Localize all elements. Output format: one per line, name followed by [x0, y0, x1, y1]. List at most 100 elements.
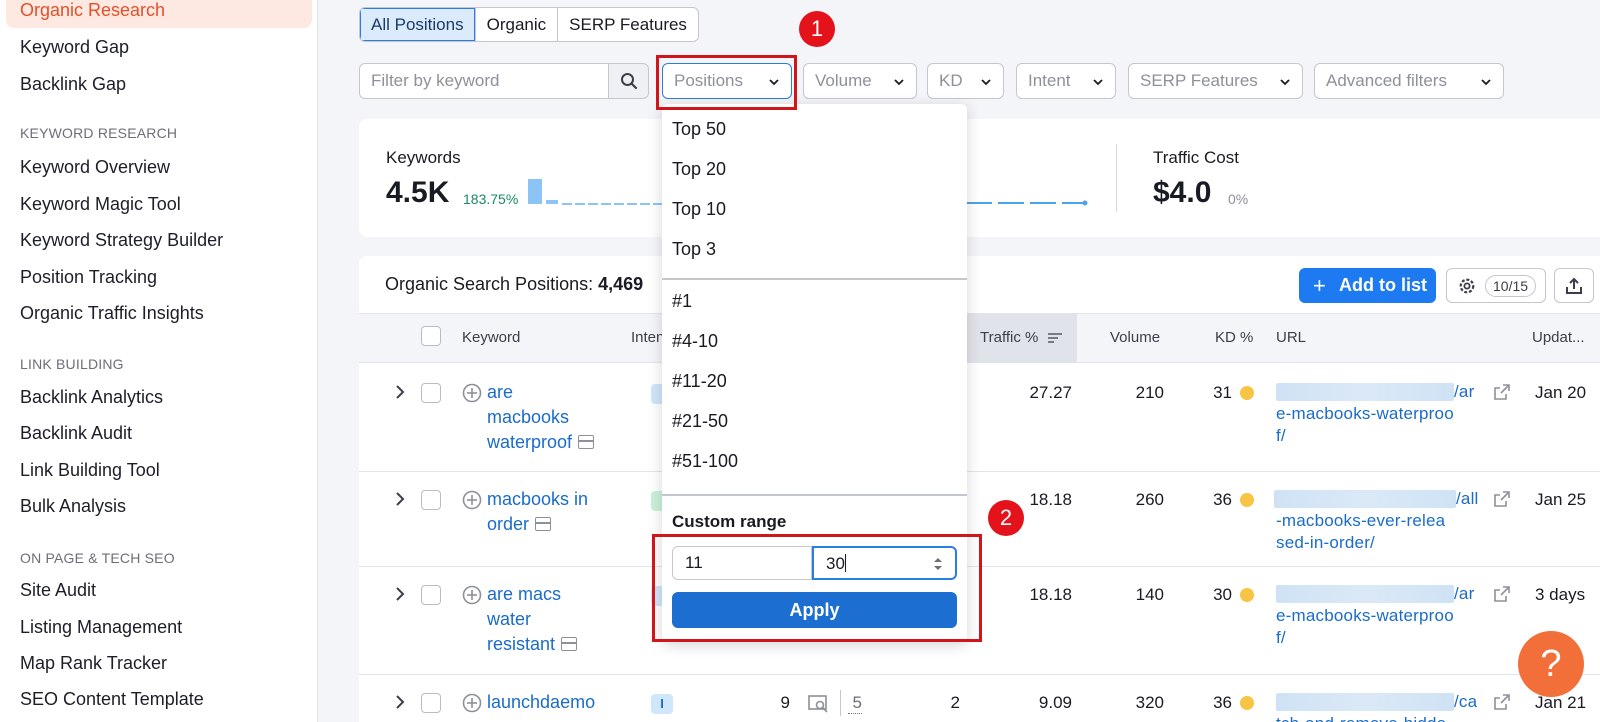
sidebar-item-bulk-analysis[interactable]: Bulk Analysis	[20, 496, 126, 517]
kd-difficulty-dot	[1240, 386, 1254, 400]
sidebar-item-site-audit[interactable]: Site Audit	[20, 580, 96, 601]
updated-date: 3 days	[1535, 585, 1586, 604]
url-link[interactable]: /all -macbooks-ever-relea sed-in-order/	[1276, 488, 1486, 554]
sidebar-item-backlink-analytics[interactable]: Backlink Analytics	[20, 387, 163, 408]
kd-value: 30	[1213, 585, 1232, 604]
keyword-link[interactable]: are macbooks waterproof	[487, 380, 617, 455]
row-checkbox[interactable]	[421, 585, 441, 605]
keyword-search-button[interactable]	[608, 63, 649, 99]
tab-serp-features[interactable]: SERP Features	[558, 8, 698, 41]
row-checkbox[interactable]	[421, 383, 441, 403]
volume-value: 320	[1135, 693, 1164, 712]
column-header-updated[interactable]: Updat...	[1532, 329, 1585, 346]
sidebar-item-keyword-gap[interactable]: Keyword Gap	[20, 37, 129, 58]
menu-item-top-10[interactable]: Top 10	[672, 199, 726, 220]
menu-item-position-21-50[interactable]: #21-50	[672, 411, 728, 432]
traffic-cost-change: 0%	[1228, 191, 1249, 207]
kd-value: 31	[1213, 383, 1232, 402]
sidebar-item-listing-management[interactable]: Listing Management	[20, 617, 182, 638]
columns-count-badge: 10/15	[1485, 275, 1537, 297]
external-link-icon[interactable]	[1494, 384, 1510, 400]
updated-date: Jan 25	[1535, 490, 1587, 509]
sidebar-item-link-building-tool[interactable]: Link Building Tool	[20, 460, 160, 481]
add-keyword-icon[interactable]	[462, 585, 482, 605]
keyword-link[interactable]: macbooks in order	[487, 487, 617, 537]
chevron-down-icon	[1280, 79, 1290, 86]
overview-divider	[1116, 144, 1117, 212]
add-keyword-icon[interactable]	[462, 693, 482, 713]
kd-difficulty-dot	[1240, 493, 1254, 507]
sidebar-item-backlink-audit[interactable]: Backlink Audit	[20, 423, 132, 444]
expand-row-icon[interactable]	[394, 695, 406, 709]
column-header-traffic[interactable]: Traffic %	[980, 329, 1062, 346]
export-icon	[1566, 277, 1582, 294]
expand-row-icon[interactable]	[394, 385, 406, 399]
keyword-link[interactable]: launchdaemo	[487, 690, 617, 715]
expand-row-icon[interactable]	[394, 492, 406, 506]
row-checkbox[interactable]	[421, 693, 441, 713]
volume-value: 210	[1135, 383, 1164, 402]
column-header-kd[interactable]: KD %	[1215, 329, 1253, 346]
expand-row-icon[interactable]	[394, 587, 406, 601]
row-divider	[359, 674, 1600, 675]
sidebar-item-keyword-strategy-builder[interactable]: Keyword Strategy Builder	[20, 230, 223, 251]
serp-icon	[578, 435, 595, 449]
select-all-checkbox[interactable]	[421, 326, 441, 346]
sidebar-item-keyword-overview[interactable]: Keyword Overview	[20, 157, 170, 178]
sidebar-item-backlink-gap[interactable]: Backlink Gap	[20, 74, 126, 95]
serp-icon	[535, 517, 552, 531]
traffic-value: 9.09	[1038, 693, 1072, 712]
external-link-icon[interactable]	[1494, 586, 1510, 602]
sidebar-item-seo-content-template[interactable]: SEO Content Template	[20, 689, 204, 710]
position-value: 9	[780, 693, 790, 712]
menu-item-top-20[interactable]: Top 20	[672, 159, 726, 180]
keyword-link[interactable]: are macs water resistant	[487, 582, 617, 657]
url-link[interactable]: /ar e-macbooks-waterproo f/	[1276, 583, 1486, 649]
menu-separator	[662, 278, 967, 280]
tab-all-positions[interactable]: All Positions	[360, 8, 476, 41]
column-header-keyword[interactable]: Keyword	[462, 329, 520, 346]
menu-item-top-50[interactable]: Top 50	[672, 119, 726, 140]
traffic-value: 18.18	[1029, 585, 1072, 604]
menu-item-position-11-20[interactable]: #11-20	[672, 371, 727, 392]
keyword-filter-input[interactable]: Filter by keyword	[359, 63, 609, 99]
url-link[interactable]: /catch-and-remove-hidde	[1276, 691, 1486, 722]
sidebar-item-organic-research[interactable]: Organic Research	[6, 0, 312, 28]
menu-item-top-3[interactable]: Top 3	[672, 239, 716, 260]
serp-features-dropdown[interactable]: SERP Features	[1128, 63, 1303, 99]
menu-item-position-1[interactable]: #1	[672, 291, 692, 312]
keywords-label: Keywords	[386, 148, 461, 167]
volume-dropdown[interactable]: Volume	[803, 63, 917, 99]
serp-snapshot-icon[interactable]	[808, 695, 830, 713]
export-button[interactable]	[1554, 268, 1594, 303]
sidebar-item-keyword-magic-tool[interactable]: Keyword Magic Tool	[20, 194, 181, 215]
sidebar-item-position-tracking[interactable]: Position Tracking	[20, 267, 157, 288]
column-header-url[interactable]: URL	[1276, 329, 1306, 346]
kd-value: 36	[1213, 490, 1232, 509]
custom-range-label: Custom range	[672, 512, 787, 531]
external-link-icon[interactable]	[1494, 694, 1510, 710]
column-settings-button[interactable]: 10/15	[1446, 268, 1546, 303]
keywords-value: 4.5K	[386, 176, 450, 209]
intent-badge: I	[651, 694, 673, 714]
url-link[interactable]: /ar e-macbooks-waterproo f/	[1276, 381, 1486, 447]
advanced-filters-dropdown[interactable]: Advanced filters	[1314, 63, 1504, 99]
sidebar-item-map-rank-tracker[interactable]: Map Rank Tracker	[20, 653, 167, 674]
add-keyword-icon[interactable]	[462, 490, 482, 510]
kd-dropdown[interactable]: KD	[927, 63, 1004, 99]
annotation-badge-2: 2	[988, 500, 1024, 536]
add-to-list-button[interactable]: + Add to list	[1299, 268, 1436, 303]
menu-item-position-4-10[interactable]: #4-10	[672, 331, 718, 352]
help-button[interactable]: ?	[1518, 631, 1584, 697]
external-link-icon[interactable]	[1494, 491, 1510, 507]
column-header-intent[interactable]: Inten	[631, 329, 664, 346]
sidebar: Organic Research Keyword Gap Backlink Ga…	[0, 0, 318, 722]
add-keyword-icon[interactable]	[462, 383, 482, 403]
sidebar-item-organic-traffic-insights[interactable]: Organic Traffic Insights	[20, 303, 204, 324]
intent-dropdown[interactable]: Intent	[1016, 63, 1116, 99]
menu-item-position-51-100[interactable]: #51-100	[672, 451, 738, 472]
row-checkbox[interactable]	[421, 490, 441, 510]
tab-organic[interactable]: Organic	[476, 8, 559, 41]
column-header-volume[interactable]: Volume	[1110, 329, 1160, 346]
kd-value: 36	[1213, 693, 1232, 712]
